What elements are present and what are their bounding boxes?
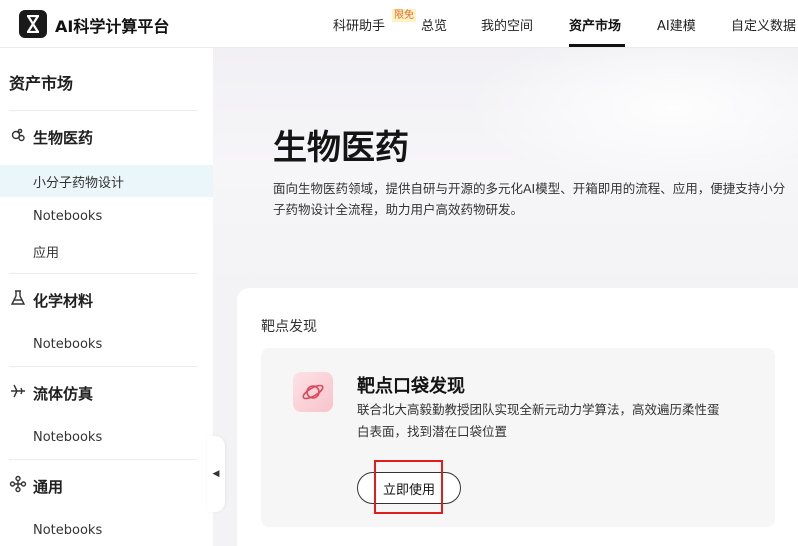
nav-research-assistant[interactable]: 科研助手 [333,15,385,34]
sidebar-collapse-handle[interactable]: ◀ [207,436,225,512]
tool-description: 联合北大高毅勤教授团队实现全新元动力学算法，高效遍历柔性蛋白表面，找到潜在口袋位… [357,402,720,439]
sidebar-category-label: 生物医药 [33,128,94,147]
tool-card[interactable]: 靶点口袋发现 联合北大高毅勤教授团队实现全新元动力学算法，高效遍历柔性蛋白表面，… [261,348,775,527]
divider [9,110,197,111]
airplane-icon [9,382,27,404]
planet-icon [293,372,333,412]
sidebar-item-notebooks[interactable]: Notebooks [0,200,213,232]
page-description: 面向生物医药领域，提供自研与开源的多元化AI模型、开箱即用的流程、应用，便捷支持… [273,181,786,217]
sidebar-item-small-molecule[interactable]: 小分子药物设计 [0,165,213,197]
virus-icon [9,126,27,148]
network-icon [9,475,27,497]
highlight-annotation-box [374,460,443,514]
top-navbar: AI科学计算平台 科研助手 限免 总览 我的空间 资产市场 AI建模 自定义数据 [0,0,798,48]
sidebar-category-fluid[interactable]: 流体仿真 [9,381,93,405]
hero-decoration [463,48,798,188]
sidebar-category-label: 通用 [33,477,64,496]
sidebar-category-general[interactable]: 通用 [9,474,63,498]
sidebar-category-chemistry[interactable]: 化学材料 [9,288,93,312]
divider [9,459,197,460]
sidebar-item-notebooks[interactable]: Notebooks [0,421,213,453]
divider [9,273,197,274]
sidebar-category-label: 化学材料 [33,291,94,310]
nav-ai-modeling[interactable]: AI建模 [657,15,696,34]
app-title[interactable]: AI科学计算平台 [55,13,169,37]
nav-my-space[interactable]: 我的空间 [481,15,533,34]
sidebar-title: 资产市场 [9,74,74,93]
sidebar: 资产市场 生物医药 小分子药物设计 Notebooks 应用 化学材料 Note… [0,48,213,546]
sidebar-item-notebooks[interactable]: Notebooks [0,514,213,546]
page-title: 生物医药 [273,128,409,168]
nav-asset-market[interactable]: 资产市场 [569,15,621,34]
section-title: 靶点发现 [261,319,317,335]
nav-overview[interactable]: 总览 [421,15,447,34]
logo-icon[interactable] [19,10,47,38]
hero-banner: 生物医药 面向生物医药领域，提供自研与开源的多元化AI模型、开箱即用的流程、应用… [213,48,798,288]
nav-active-indicator [569,44,625,47]
tool-title: 靶点口袋发现 [357,376,465,397]
sidebar-category-label: 流体仿真 [33,384,94,403]
content-panel: 靶点发现 靶点口袋发现 联合北大高毅勤教授团队实现全新元动力学算法，高效遍历柔性… [237,288,798,546]
nav-custom-data[interactable]: 自定义数据 [731,15,796,34]
divider [9,366,197,367]
flask-icon [9,289,27,311]
sidebar-category-biomedicine[interactable]: 生物医药 [9,125,93,149]
sidebar-item-apps[interactable]: 应用 [0,235,213,267]
limited-free-badge: 限免 [392,9,416,22]
sidebar-item-notebooks[interactable]: Notebooks [0,328,213,360]
caret-left-icon: ◀ [212,469,220,479]
